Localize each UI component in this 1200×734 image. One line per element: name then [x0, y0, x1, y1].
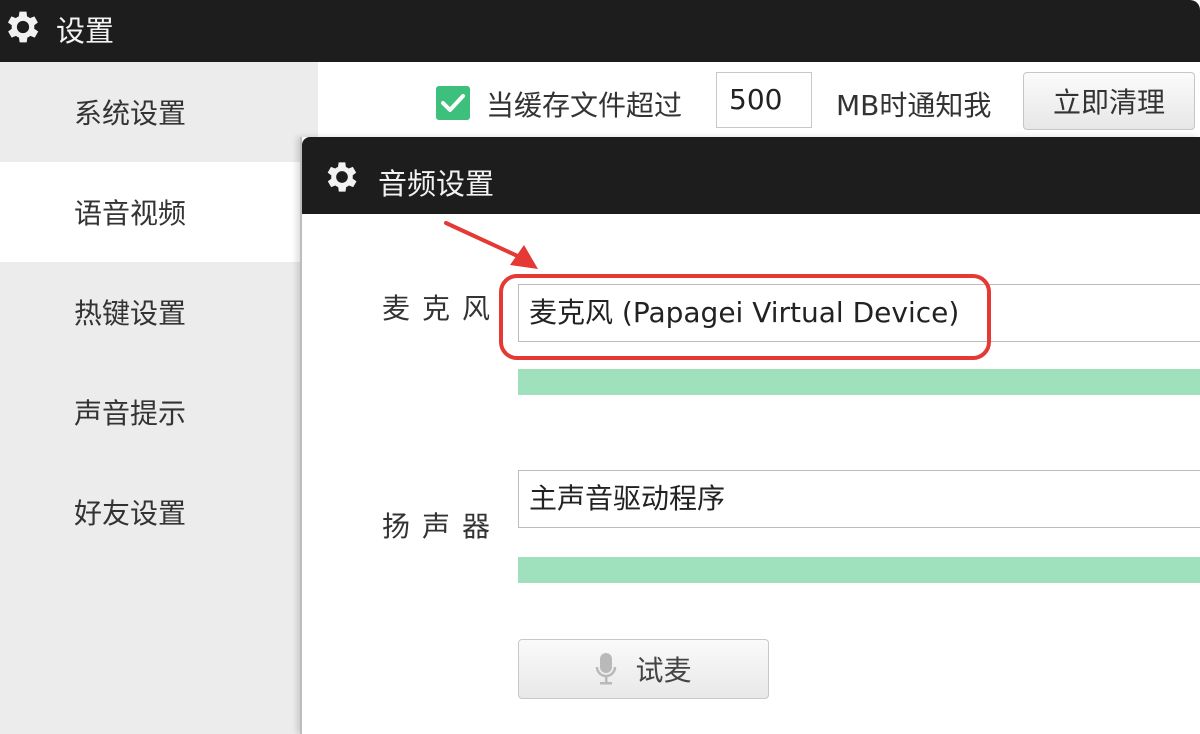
cache-notify-label: 当缓存文件超过 [486, 89, 683, 122]
annotation-arrow-icon [444, 221, 538, 269]
sidebar-item-sound-alerts[interactable]: 声音提示 [0, 362, 318, 462]
cache-unit-label: MB时通知我 [836, 89, 992, 122]
dialog-titlebar: 音频设置 [302, 137, 1200, 214]
microphone-icon [596, 653, 617, 685]
speaker-label: 扬声器 [382, 510, 503, 543]
speaker-level-meter [518, 557, 1200, 583]
sidebar-item-hotkeys[interactable]: 热键设置 [0, 262, 318, 362]
sidebar-item-label: 热键设置 [74, 297, 187, 330]
sidebar-item-friends[interactable]: 好友设置 [0, 462, 318, 562]
test-mic-button[interactable]: 试麦 [518, 639, 769, 699]
sidebar: 系统设置 语音视频 热键设置 声音提示 好友设置 [0, 62, 318, 734]
window-title: 设置 [56, 14, 115, 48]
clean-now-button[interactable]: 立即清理 [1023, 72, 1195, 130]
dialog-title: 音频设置 [378, 167, 495, 201]
sidebar-item-label: 系统设置 [74, 97, 187, 130]
sidebar-item-voice-video[interactable]: 语音视频 [0, 162, 318, 262]
test-mic-label: 试麦 [635, 654, 692, 687]
sidebar-item-system[interactable]: 系统设置 [0, 62, 318, 162]
gear-icon [7, 11, 39, 43]
sidebar-item-label: 好友设置 [74, 497, 187, 530]
annotation-highlight-box [499, 274, 991, 360]
cache-notify-checkbox[interactable] [436, 86, 470, 120]
sidebar-item-label: 语音视频 [74, 197, 187, 230]
sidebar-item-label: 声音提示 [74, 397, 187, 430]
microphone-level-meter [518, 369, 1200, 395]
microphone-label: 麦克风 [382, 292, 503, 325]
gear-icon [327, 162, 357, 192]
checkmark-icon [441, 94, 465, 112]
speaker-select[interactable]: 主声音驱动程序 [518, 470, 1200, 528]
audio-settings-dialog: 音频设置 麦克风 麦克风 (Papagei Virtual Device) 扬声… [300, 137, 1200, 734]
window-titlebar: 设置 [0, 0, 1200, 62]
cache-size-input[interactable]: 500 [716, 72, 812, 128]
